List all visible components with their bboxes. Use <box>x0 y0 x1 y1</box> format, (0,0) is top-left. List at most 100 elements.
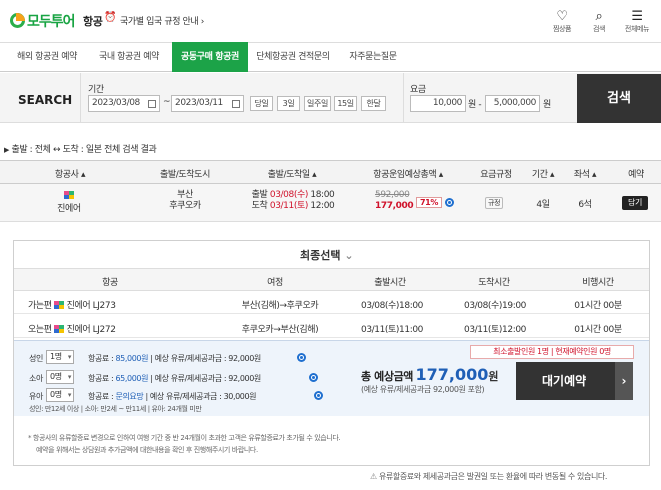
waitlist-reserve-button[interactable]: 대기예약 › <box>516 362 633 400</box>
tab-intl-flight[interactable]: 해외 항공권 예약 <box>8 43 86 71</box>
jinair-logo-icon <box>64 191 74 200</box>
alarm-icon: ⏰ <box>104 12 117 23</box>
adult-fare: 항공료 : 85,000원 | 예상 유류/제세공과금 : 92,000원 <box>88 354 261 363</box>
tab-domestic-flight[interactable]: 국내 항공권 예약 <box>88 43 170 71</box>
logo-icon <box>10 13 25 28</box>
arrow-right-icon: ▶ <box>4 146 9 154</box>
infant-label: 유아 <box>29 392 43 401</box>
heart-icon: ♡ <box>556 9 568 24</box>
period-label: 기간 <box>88 85 104 95</box>
add-to-cart-button[interactable]: 담기 <box>622 196 648 210</box>
fare-rule-button[interactable]: 규정 <box>485 197 504 209</box>
total-sub-note: (예상 유류/제세공과금 92,000원 포함) <box>361 385 485 394</box>
col-flight-time: 비행시간 <box>582 278 614 288</box>
chevron-down-icon: ⌄ <box>344 249 354 262</box>
footer-note: ⚠ 유류할증료와 제세공과금은 발권일 또는 환율에 따라 변동될 수 있습니다… <box>370 472 608 481</box>
outbound-airline: 가는편 진에어 LJ273 <box>28 301 116 311</box>
seats-cell: 6석 <box>578 200 592 210</box>
return-dep: 03/11(토)11:00 <box>361 325 423 335</box>
date-to-input[interactable]: 2023/03/11 <box>171 95 244 112</box>
airline-cell: 진에어 <box>46 191 92 214</box>
price-max-input[interactable]: 5,000,000 <box>485 95 540 112</box>
infant-fare: 항공료 : 문의요망 | 예상 유류/제세공과금 : 30,000원 <box>88 392 257 401</box>
search-icon: ⌕ <box>595 9 603 24</box>
discount-badge: 71% <box>416 197 442 208</box>
calendar-icon <box>232 100 240 108</box>
original-price: 592,000 <box>375 190 410 200</box>
tab-group-quote[interactable]: 단체항공권 견적문의 <box>250 43 336 71</box>
price-detail-zoom-icon[interactable] <box>445 198 454 207</box>
adult-count-select[interactable]: 1명 <box>46 350 74 364</box>
wishlist-button[interactable]: ♡ 찜상품 <box>544 9 580 34</box>
logo[interactable]: 모두투어 <box>10 12 76 29</box>
nav-tabs: 해외 항공권 예약 국내 항공권 예약 공동구매 항공권 단체항공권 견적문의 … <box>0 42 661 72</box>
divider <box>403 73 404 123</box>
price-max-unit: 원 <box>543 100 551 110</box>
sale-price: 177,000 <box>375 201 414 211</box>
quick-15day-button[interactable]: 15일 <box>334 96 357 111</box>
search-label: SEARCH <box>18 93 73 107</box>
return-arr: 03/11(토)12:00 <box>464 325 526 335</box>
quick-3day-button[interactable]: 3일 <box>277 96 300 111</box>
total-price: 총 예상금액 177,000원 <box>361 365 499 384</box>
divider <box>80 73 81 123</box>
menu-button[interactable]: ☰ 전체메뉴 <box>619 9 655 34</box>
city-cell: 부산 후쿠오카 <box>169 190 201 211</box>
col-rule: 요금규정 <box>480 170 512 180</box>
tab-faq[interactable]: 자주묻는질문 <box>340 43 406 71</box>
jinair-logo-icon <box>54 325 65 334</box>
price-min-unit: 원 - <box>468 100 482 110</box>
tab-group-buy[interactable]: 공동구매 항공권 <box>172 42 248 72</box>
chevron-right-icon: › <box>615 362 633 400</box>
col-price[interactable]: 항공운임예상총액 ▴ <box>352 167 464 180</box>
total-amount: 177,000 <box>415 365 489 384</box>
date-cell: 출발 03/08(수) 18:00 도착 03/11(토) 12:00 <box>251 190 335 211</box>
warning-icon: ⚠ <box>370 472 377 481</box>
return-route: 후쿠오카→부산(김해) <box>241 325 319 335</box>
child-count-select[interactable]: 0명 <box>46 370 74 384</box>
search-result-summary: ▶ 출발 : 전체 ↔ 도착 : 일본 전체 검색 결과 <box>4 145 157 155</box>
age-note: 성인: 만12세 이상 | 소아: 만2세 ~ 만11세 | 유아: 24개월 … <box>29 405 202 413</box>
price-cell: 592,000 177,000 <box>375 190 414 212</box>
header: 모두투어 항공 ⏰ 국가별 입국 규정 안내 › ♡ 찜상품 ⌕ 검색 ☰ 전체… <box>0 0 661 42</box>
price-label: 요금 <box>410 85 426 95</box>
child-label: 소아 <box>29 374 43 383</box>
col-seats[interactable]: 좌석 ▴ <box>570 167 600 180</box>
final-selection-title[interactable]: 최종선택 ⌄ <box>300 247 354 263</box>
menu-icon: ☰ <box>631 9 643 24</box>
quick-today-button[interactable]: 당일 <box>250 96 273 111</box>
price-min-input[interactable]: 10,000 <box>410 95 466 112</box>
date-from-input[interactable]: 2023/03/08 <box>88 95 160 112</box>
entry-rules-link[interactable]: 국가별 입국 규정 안내 › <box>120 14 204 27</box>
quick-month-button[interactable]: 한달 <box>361 96 386 111</box>
outbound-dur: 01시간 00분 <box>574 301 622 311</box>
period-cell: 4일 <box>536 200 550 210</box>
col-period[interactable]: 기간 ▴ <box>528 167 558 180</box>
col-arrival-time: 도착시간 <box>478 278 510 288</box>
search-button[interactable]: ⌕ 검색 <box>581 9 617 34</box>
child-fare: 항공료 : 65,000원 | 예상 유류/제세공과금 : 92,000원 <box>88 374 261 383</box>
header-category: 항공 <box>83 15 103 28</box>
col-airline[interactable]: 항공사 ▴ <box>40 167 100 180</box>
adult-label: 성인 <box>29 354 43 363</box>
min-departure-badge: 최소출발인원 1명 | 현재예약인원 0명 <box>470 345 634 359</box>
col-city: 출발/도착도시 <box>160 170 210 180</box>
child-fare-zoom-icon[interactable] <box>308 373 318 382</box>
return-dur: 01시간 00분 <box>574 325 622 335</box>
col-reserve: 예약 <box>628 170 644 180</box>
outbound-route: 부산(김해)→후쿠오카 <box>241 301 319 311</box>
search-submit-button[interactable]: 검색 <box>577 74 661 123</box>
col-date[interactable]: 출발/도착일 ▴ <box>252 167 332 180</box>
col-departure-time: 출발시간 <box>374 278 406 288</box>
col-flight: 항공 <box>102 278 118 288</box>
date-separator: ~ <box>163 97 171 107</box>
return-airline: 오는편 진에어 LJ272 <box>28 325 116 335</box>
fare-notes: * 항공사의 유류할증료 변경으로 인하여 여행 기간 중 반 24개월이 초과… <box>28 434 341 454</box>
outbound-dep: 03/08(수)18:00 <box>361 301 423 311</box>
infant-count-select[interactable]: 0명 <box>46 388 74 402</box>
quick-week-button[interactable]: 일주일 <box>304 96 331 111</box>
outbound-arr: 03/08(수)19:00 <box>464 301 526 311</box>
jinair-logo-icon <box>54 301 65 310</box>
calendar-icon <box>148 100 156 108</box>
col-itinerary: 여정 <box>267 278 283 288</box>
